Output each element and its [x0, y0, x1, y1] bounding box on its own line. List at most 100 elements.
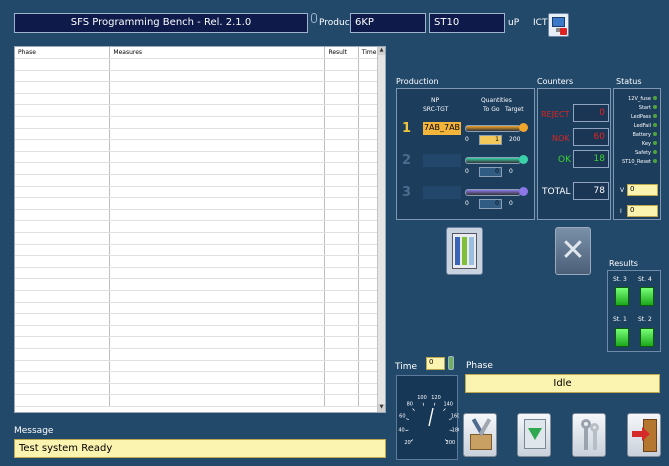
table-cell	[324, 244, 359, 257]
station-4-result[interactable]	[640, 287, 654, 306]
table-row[interactable]	[15, 81, 380, 94]
table-cell	[358, 348, 380, 361]
status-item: Safety	[622, 149, 657, 158]
keys-button[interactable]	[572, 413, 606, 457]
table-row[interactable]	[15, 197, 380, 210]
table-row[interactable]	[15, 209, 380, 222]
i-field: 0	[627, 205, 658, 217]
table-row[interactable]	[15, 348, 380, 361]
table-row[interactable]	[15, 104, 380, 118]
col-header-time[interactable]: Time	[358, 47, 380, 60]
table-cell	[358, 302, 380, 315]
table-row[interactable]	[15, 336, 380, 349]
table-cell	[15, 197, 111, 210]
tools-button[interactable]	[463, 413, 497, 457]
table-cell	[358, 116, 380, 129]
table-row[interactable]	[15, 116, 380, 129]
table-cell	[109, 394, 326, 407]
table-cell	[109, 116, 326, 129]
table-row[interactable]	[15, 313, 380, 326]
line-2-target: 0	[509, 168, 513, 175]
table-row[interactable]	[15, 220, 380, 233]
table-row[interactable]	[15, 139, 380, 152]
i-label: I	[620, 208, 622, 215]
table-cell	[109, 371, 326, 384]
station-1-label: St. 1	[613, 316, 627, 323]
line-2-code[interactable]	[423, 154, 461, 167]
status-item: Start	[622, 104, 657, 113]
station-1-result[interactable]	[615, 328, 629, 347]
table-scrollbar[interactable]: ▲ ▼	[377, 47, 385, 412]
production-panel: NP SRC-TGT Quantities To Go Target 1 7AB…	[396, 88, 535, 220]
table-cell	[15, 209, 111, 222]
table-cell	[15, 302, 111, 315]
line-3-progress	[465, 189, 521, 196]
table-row[interactable]	[15, 151, 380, 164]
uP-field[interactable]: ST10	[429, 13, 505, 33]
total-counter: 78	[573, 182, 609, 200]
line-1-target: 200	[509, 136, 521, 143]
table-cell	[109, 278, 326, 291]
table-row[interactable]	[15, 290, 380, 303]
table-cell	[324, 151, 359, 164]
table-row[interactable]	[15, 70, 380, 83]
table-cell	[15, 336, 111, 349]
programming-switch-button[interactable]	[446, 227, 483, 275]
table-cell	[15, 267, 111, 280]
ict-label: ICT	[533, 18, 548, 28]
gauge-tick-label: 80	[407, 402, 413, 408]
table-row[interactable]	[15, 267, 380, 280]
gauge-tick	[405, 429, 409, 431]
scroll-up-icon[interactable]: ▲	[378, 47, 385, 55]
table-cell	[15, 151, 111, 164]
table-row[interactable]	[15, 325, 380, 338]
table-row[interactable]	[15, 128, 380, 141]
line-3-togo: 0	[465, 200, 469, 207]
station-2-result[interactable]	[640, 328, 654, 347]
exit-button[interactable]	[627, 413, 661, 457]
cancel-x-button[interactable]: ✕	[555, 227, 591, 275]
table-row[interactable]	[15, 278, 380, 291]
table-row[interactable]	[15, 174, 380, 187]
table-cell	[324, 186, 359, 199]
table-cell	[358, 371, 380, 384]
table-row[interactable]	[15, 58, 380, 71]
table-cell	[358, 104, 380, 118]
table-row[interactable]	[15, 394, 380, 407]
table-cell	[324, 162, 359, 176]
line-3-code[interactable]	[423, 186, 461, 199]
table-cell	[358, 278, 380, 291]
line-1-code[interactable]: 7AB_7AB	[423, 122, 461, 135]
col-header-result[interactable]: Result	[324, 47, 359, 60]
quantities-label: Quantities	[481, 97, 512, 104]
col-header-phase[interactable]: Phase	[15, 47, 111, 60]
table-row[interactable]	[15, 360, 380, 373]
station-3-result[interactable]	[615, 287, 629, 306]
scroll-down-icon[interactable]: ▼	[378, 404, 385, 412]
table-row[interactable]	[15, 186, 380, 199]
table-row[interactable]	[15, 371, 380, 384]
ict-computer-icon[interactable]	[548, 13, 569, 37]
table-row[interactable]	[15, 162, 380, 176]
table-cell	[324, 104, 359, 118]
table-cell	[15, 371, 111, 384]
table-cell	[358, 186, 380, 199]
table-cell	[324, 70, 359, 83]
table-row[interactable]	[15, 244, 380, 257]
download-button[interactable]	[517, 413, 551, 457]
table-row[interactable]	[15, 93, 380, 106]
table-cell	[324, 174, 359, 187]
table-row[interactable]	[15, 255, 380, 268]
table-cell	[109, 93, 326, 106]
table-row[interactable]	[15, 302, 380, 315]
gauge-tick	[410, 439, 414, 442]
line-3-indicator-icon	[519, 187, 528, 196]
np-label: NP	[431, 97, 440, 104]
phase-field: Idle	[465, 374, 660, 393]
product-field[interactable]: 6KP	[350, 13, 426, 33]
table-cell	[358, 232, 380, 245]
table-row[interactable]	[15, 232, 380, 245]
col-header-measures[interactable]: Measures	[109, 47, 326, 60]
status-indicator	[311, 13, 317, 23]
table-row[interactable]	[15, 383, 380, 396]
